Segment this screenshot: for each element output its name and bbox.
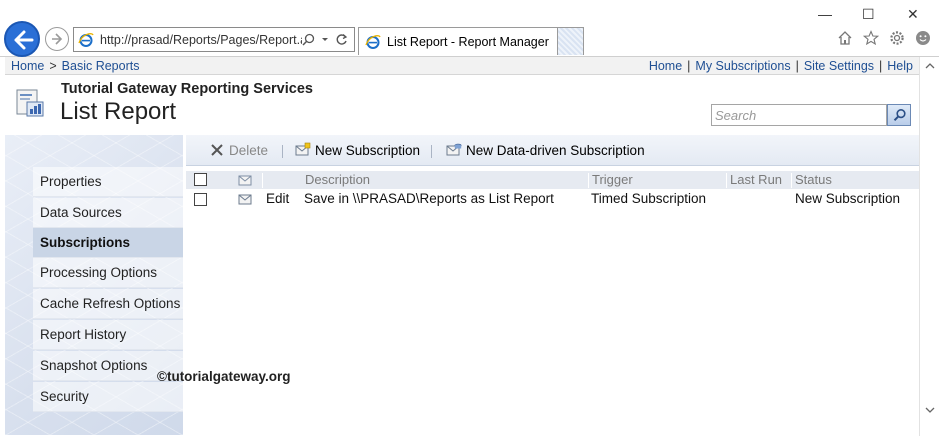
breadcrumb-basic-reports-link[interactable]: Basic Reports (62, 59, 140, 73)
search-icon[interactable] (302, 33, 315, 46)
global-links: Home | My Subscriptions | Site Settings | Help (649, 59, 913, 73)
delete-x-icon (211, 144, 223, 156)
top-link-bar: Home > Basic Reports Home | My Subscriptions… (5, 57, 919, 75)
tab-title: List Report - Report Manager (387, 34, 549, 49)
ie-page-icon (365, 34, 381, 49)
tab-list-report[interactable]: List Report - Report Manager ✕ (358, 27, 568, 55)
delete-label: Delete (229, 142, 269, 158)
select-all-checkbox[interactable] (194, 173, 207, 186)
back-button[interactable] (4, 21, 40, 57)
email-subscription-icon (238, 194, 252, 205)
new-tab-button[interactable] (558, 27, 584, 55)
toolbar-divider (282, 145, 283, 158)
site-name: Tutorial Gateway Reporting Services (61, 81, 313, 97)
column-header-description[interactable]: Description (305, 172, 370, 187)
page-header: Tutorial Gateway Reporting Services List… (5, 75, 919, 135)
home-link[interactable]: Home (649, 59, 682, 73)
data-driven-subscription-icon (446, 143, 462, 156)
row-status: New Subscription (795, 191, 901, 206)
home-icon[interactable] (837, 30, 853, 46)
smiley-feedback-icon[interactable] (915, 30, 931, 46)
link-separator: | (795, 59, 799, 73)
arrow-right-icon (52, 33, 63, 45)
new-subscription-label: New Subscription (315, 142, 421, 158)
url-text: http://prasad/Reports/Pages/Report.a (100, 32, 302, 47)
nav-item-subscriptions[interactable]: Subscriptions (33, 228, 183, 258)
ie-page-icon (78, 32, 94, 47)
browser-chrome: http://prasad/Reports/Pages/Report.a Lis… (0, 0, 939, 57)
row-select-checkbox[interactable] (194, 193, 207, 206)
toolbar-divider (431, 145, 432, 158)
nav-item-data-sources[interactable]: Data Sources (33, 198, 183, 228)
settings-gear-icon[interactable] (889, 30, 905, 46)
subscriptions-toolbar: Delete New Subscription New Data-driven … (186, 135, 919, 166)
main-content: Delete New Subscription New Data-driven … (183, 135, 919, 435)
new-subscription-icon (295, 142, 311, 156)
column-header-last-run[interactable]: Last Run (730, 172, 782, 187)
scroll-down-arrow-icon[interactable] (925, 405, 935, 415)
link-separator: | (687, 59, 691, 73)
address-bar[interactable]: http://prasad/Reports/Pages/Report.a (73, 27, 355, 52)
forward-button[interactable] (45, 27, 69, 51)
favorites-star-icon[interactable] (863, 30, 879, 46)
breadcrumb-separator: > (49, 59, 57, 73)
breadcrumb: Home > Basic Reports (11, 59, 139, 73)
refresh-icon[interactable] (335, 33, 348, 46)
new-subscription-button[interactable]: New Subscription (295, 142, 420, 158)
column-header-status[interactable]: Status (795, 172, 832, 187)
vertical-scrollbar[interactable] (919, 57, 939, 436)
search-input[interactable]: Search (711, 104, 887, 126)
table-row: Edit Save in \\PRASAD\Reports as List Re… (186, 189, 919, 209)
arrow-left-icon (14, 30, 34, 50)
column-header-trigger[interactable]: Trigger (592, 172, 633, 187)
nav-item-security[interactable]: Security (33, 382, 183, 412)
my-subscriptions-link[interactable]: My Subscriptions (695, 59, 790, 73)
nav-item-properties[interactable]: Properties (33, 167, 183, 197)
dropdown-arrow-icon[interactable] (321, 33, 329, 46)
site-settings-link[interactable]: Site Settings (804, 59, 874, 73)
nav-item-processing-options[interactable]: Processing Options (33, 258, 183, 288)
watermark: ©tutorialgateway.org (157, 369, 291, 384)
help-link[interactable]: Help (887, 59, 913, 73)
new-data-driven-subscription-button[interactable]: New Data-driven Subscription (446, 142, 645, 158)
link-separator: | (879, 59, 883, 73)
minimize-button[interactable]: — (818, 6, 832, 22)
report-icon (16, 89, 44, 117)
edit-link[interactable]: Edit (266, 191, 289, 206)
close-window-button[interactable]: ✕ (907, 6, 919, 23)
breadcrumb-home-link[interactable]: Home (11, 59, 44, 73)
subscriptions-grid-header: Description Trigger Last Run Status (186, 171, 919, 189)
new-data-driven-label: New Data-driven Subscription (466, 142, 645, 158)
page-title: List Report (60, 98, 177, 125)
nav-item-cache-refresh-options[interactable]: Cache Refresh Options (33, 289, 183, 319)
row-description: Save in \\PRASAD\Reports as List Report (304, 191, 554, 206)
subscription-type-icon (238, 175, 252, 186)
nav-item-report-history[interactable]: Report History (33, 320, 183, 350)
left-navigation: Properties Data Sources Subscriptions Pr… (5, 135, 183, 435)
search-button[interactable] (887, 104, 911, 126)
scroll-up-arrow-icon[interactable] (925, 61, 935, 71)
maximize-button[interactable]: ☐ (862, 6, 875, 23)
delete-button[interactable]: Delete (209, 142, 268, 158)
row-trigger: Timed Subscription (591, 191, 707, 206)
search-icon (893, 108, 906, 121)
